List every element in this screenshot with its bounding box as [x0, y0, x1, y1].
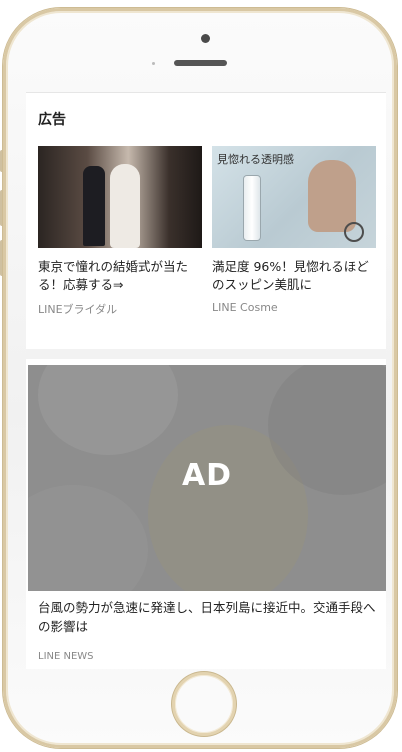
ad-card-bridal[interactable]: 東京で憧れの結婚式が当たる！応募する⇒ LINEブライダル — [38, 146, 204, 317]
groom-figure — [83, 166, 105, 246]
section-title: 広告 — [38, 112, 66, 128]
section-divider — [26, 349, 386, 359]
umbrella-shape — [28, 485, 148, 591]
front-camera-icon — [201, 34, 210, 43]
bride-figure — [110, 164, 140, 248]
ad-card-title: 東京で憧れの結婚式が当たる！応募する⇒ — [38, 259, 189, 292]
phone-screen: 広告 東京で憧れの結婚式が当たる！応募する⇒ LINEブライダル 見惚れる透明感… — [26, 92, 386, 669]
model-figure — [308, 160, 356, 232]
ad-label: AD — [181, 458, 233, 493]
ad-card-cosme[interactable]: 見惚れる透明感 満足度 96%！見惚れるほどのスッピン美肌に LINE Cosm… — [212, 146, 378, 314]
cosmetic-photo-thumbnail: 見惚れる透明感 — [212, 146, 376, 248]
home-button[interactable] — [172, 672, 236, 736]
ad-card-title: 満足度 96%！見惚れるほどのスッピン美肌に — [212, 259, 369, 292]
thumbnail-caption: 見惚れる透明感 — [217, 153, 294, 166]
news-source: LINE NEWS — [38, 651, 94, 662]
proximity-sensor — [152, 62, 155, 65]
ad-card-source: LINEブライダル — [38, 303, 118, 316]
news-headline[interactable]: 台風の勢力が急速に発達し、日本列島に接近中。交通手段への影響は — [38, 598, 378, 636]
main-ad-banner[interactable]: AD — [28, 365, 386, 591]
wedding-photo-thumbnail — [38, 146, 202, 248]
ad-card-source: LINE Cosme — [212, 301, 278, 314]
award-seal-icon — [344, 222, 364, 242]
serum-bottle-image — [244, 176, 260, 240]
earpiece-speaker — [174, 60, 227, 66]
umbrella-shape — [38, 365, 178, 455]
